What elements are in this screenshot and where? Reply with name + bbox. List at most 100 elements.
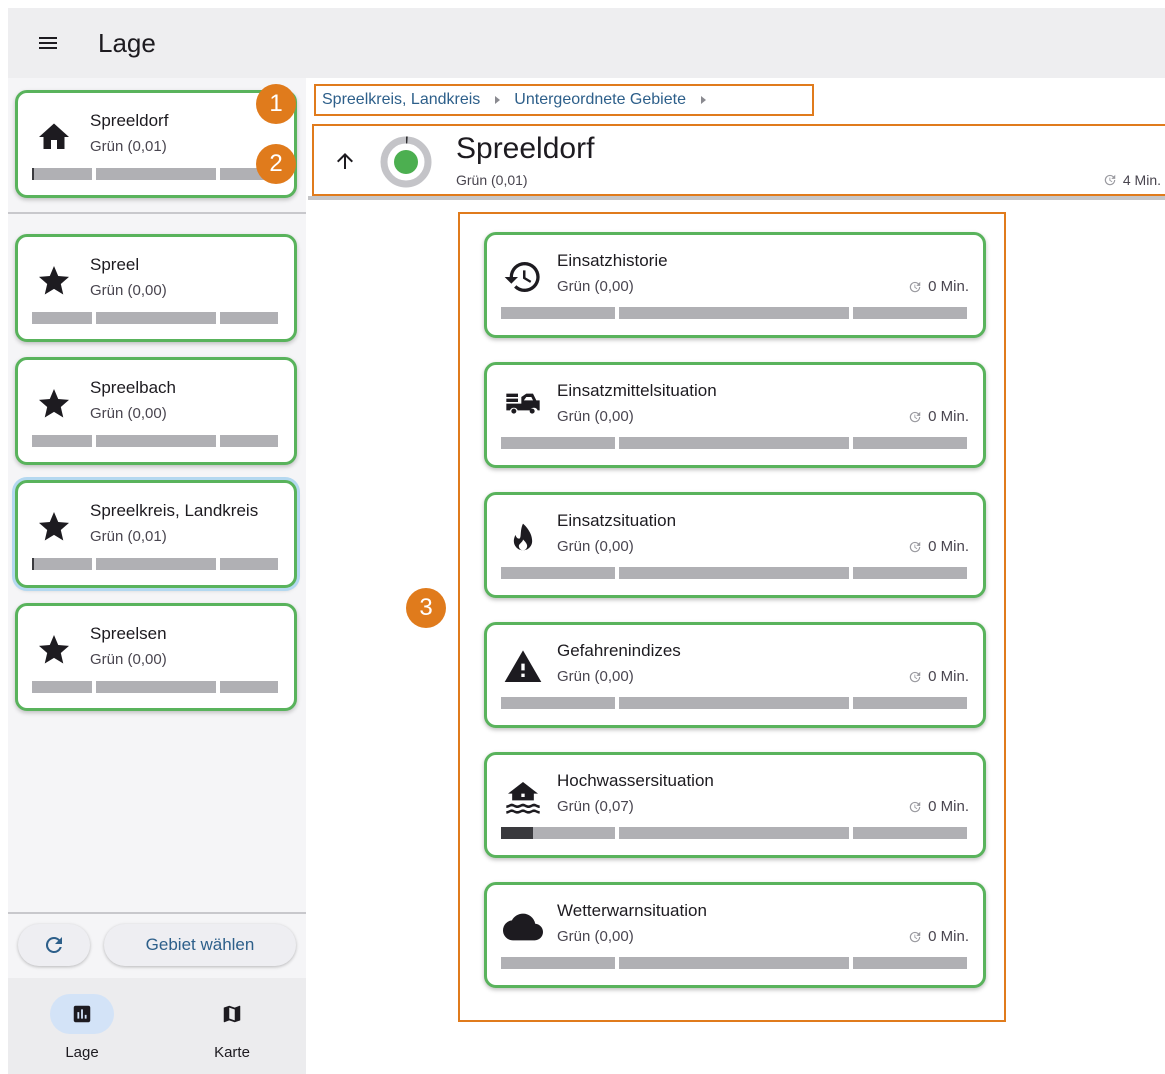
situation-card-wetterwarnsituation[interactable]: Wetterwarnsituation Grün (0,00) 0 Min. bbox=[484, 882, 986, 988]
app-bar: Lage bbox=[8, 8, 1165, 78]
situation-title: Einsatzhistorie bbox=[557, 251, 668, 270]
update-clock-icon bbox=[909, 671, 921, 682]
situation-time: 0 Min. bbox=[908, 408, 969, 425]
situation-card-einsatzmittelsituation[interactable]: Einsatzmittelsituation Grün (0,00) 0 Min… bbox=[484, 362, 986, 468]
situation-time: 0 Min. bbox=[908, 278, 969, 295]
sidebar-card-status: Grün (0,00) bbox=[90, 651, 167, 668]
refresh-button[interactable] bbox=[18, 924, 90, 966]
situation-time-text: 0 Min. bbox=[928, 408, 969, 425]
chevron-right-icon[interactable] bbox=[686, 95, 720, 105]
status-bar bbox=[501, 697, 971, 709]
sidebar-favorite-spreelsen[interactable]: Spreelsen Grün (0,00) bbox=[15, 603, 297, 711]
star-icon bbox=[39, 389, 69, 418]
situation-card-einsatzsituation[interactable]: Einsatzsituation Grün (0,00) 0 Min. bbox=[484, 492, 986, 598]
update-clock-icon bbox=[909, 801, 921, 812]
area-time-text: 4 Min. bbox=[1122, 172, 1161, 188]
sidebar-card-status: Grün (0,01) bbox=[90, 138, 167, 155]
situation-title: Hochwassersituation bbox=[557, 771, 714, 790]
breadcrumb: Spreelkreis, Landkreis Untergeordnete Ge… bbox=[314, 84, 814, 116]
flood-icon bbox=[506, 782, 540, 814]
area-update-time: 4 Min. bbox=[1103, 172, 1161, 188]
situation-time: 0 Min. bbox=[908, 928, 969, 945]
sidebar-card-title: Spreelbach bbox=[90, 378, 177, 397]
situation-status: Grün (0,00) bbox=[557, 408, 634, 425]
situation-time-text: 0 Min. bbox=[928, 798, 969, 815]
nav-label: Karte bbox=[214, 1044, 250, 1061]
header-divider bbox=[308, 196, 1165, 200]
update-clock-icon bbox=[1104, 174, 1116, 186]
menu-button[interactable] bbox=[24, 19, 72, 67]
status-bar bbox=[501, 957, 971, 969]
sidebar-card-title: Spreelsen bbox=[90, 624, 167, 643]
situation-card-gefahrenindizes[interactable]: Gefahrenindizes Grün (0,00) 0 Min. bbox=[484, 622, 986, 728]
nav-item-karte[interactable]: Karte bbox=[182, 992, 282, 1068]
sidebar-card-title: Spreel bbox=[90, 255, 140, 274]
app-title: Lage bbox=[98, 27, 156, 58]
star-icon bbox=[39, 635, 69, 664]
situation-title: Gefahrenindizes bbox=[557, 641, 681, 660]
bottom-navigation: Lage Karte bbox=[8, 978, 306, 1074]
situation-card-hochwassersituation[interactable]: Hochwassersituation Grün (0,07) 0 Min. bbox=[484, 752, 986, 858]
select-area-button[interactable]: Gebiet wählen bbox=[104, 924, 296, 966]
star-icon bbox=[39, 266, 69, 295]
home-icon bbox=[39, 123, 69, 149]
sidebar: Spreeldorf Grün (0,01) Spreel Grün (0,00… bbox=[8, 78, 306, 1074]
situation-status: Grün (0,07) bbox=[557, 798, 634, 815]
situation-card-einsatzhistorie[interactable]: Einsatzhistorie Grün (0,00) 0 Min. bbox=[484, 232, 986, 338]
sidebar-card-title: Spreeldorf bbox=[90, 111, 169, 130]
arrow-up-icon bbox=[337, 153, 353, 169]
nav-item-lage[interactable]: Lage bbox=[32, 992, 132, 1068]
fire-truck-icon bbox=[506, 393, 540, 414]
sidebar-card-title: Spreelkreis, Landkreis bbox=[90, 501, 259, 520]
situation-time-text: 0 Min. bbox=[928, 928, 969, 945]
situation-list: Einsatzhistorie Grün (0,00) 0 Min. Einsa… bbox=[458, 212, 1006, 1022]
cloud-icon bbox=[503, 913, 543, 941]
callout-badge-1: 1 bbox=[256, 84, 296, 124]
update-clock-icon bbox=[909, 281, 921, 292]
situation-title: Einsatzmittelsituation bbox=[557, 381, 717, 400]
area-header: Spreeldorf Grün (0,01) 4 Min. bbox=[312, 124, 1165, 196]
sidebar-divider bbox=[8, 212, 306, 214]
sidebar-favorite-spreelbach[interactable]: Spreelbach Grün (0,00) bbox=[15, 357, 297, 465]
nav-label: Lage bbox=[65, 1044, 99, 1061]
warning-icon bbox=[504, 650, 542, 682]
nav-indicator bbox=[50, 994, 114, 1034]
sidebar-bottom-divider bbox=[8, 912, 306, 914]
sidebar-card-status: Grün (0,00) bbox=[90, 282, 167, 299]
situation-time: 0 Min. bbox=[908, 538, 969, 555]
situation-title: Einsatzsituation bbox=[557, 511, 677, 530]
navigate-up-button[interactable] bbox=[330, 146, 360, 176]
breadcrumb-link-subareas[interactable]: Untergeordnete Gebiete bbox=[514, 91, 686, 109]
star-icon bbox=[39, 512, 69, 541]
menu-icon bbox=[39, 37, 57, 49]
history-icon bbox=[504, 262, 540, 292]
area-title: Spreeldorf bbox=[456, 132, 595, 165]
callout-badge-2: 2 bbox=[256, 144, 296, 184]
status-bar bbox=[32, 558, 282, 570]
area-status: Grün (0,01) bbox=[456, 172, 528, 188]
breadcrumb-link-parent[interactable]: Spreelkreis, Landkreis bbox=[322, 91, 480, 109]
refresh-icon bbox=[45, 937, 62, 953]
situation-time-text: 0 Min. bbox=[928, 278, 969, 295]
sidebar-favorite-spreelkreis[interactable]: Spreelkreis, Landkreis Grün (0,01) bbox=[15, 480, 297, 588]
status-bar bbox=[501, 567, 971, 579]
status-bar bbox=[32, 168, 282, 180]
situation-status: Grün (0,00) bbox=[557, 538, 634, 555]
sidebar-favorite-spreel[interactable]: Spreel Grün (0,00) bbox=[15, 234, 297, 342]
update-clock-icon bbox=[909, 541, 921, 552]
status-bar bbox=[32, 312, 282, 324]
status-bar bbox=[501, 827, 971, 839]
situation-status: Grün (0,00) bbox=[557, 668, 634, 685]
situation-time: 0 Min. bbox=[908, 798, 969, 815]
sidebar-current-area-card[interactable]: Spreeldorf Grün (0,01) bbox=[15, 90, 297, 198]
sidebar-card-status: Grün (0,00) bbox=[90, 405, 167, 422]
callout-badge-3: 3 bbox=[406, 588, 446, 628]
nav-indicator bbox=[200, 994, 264, 1034]
update-clock-icon bbox=[909, 411, 921, 422]
status-indicator-icon bbox=[380, 136, 432, 188]
update-clock-icon bbox=[909, 931, 921, 942]
status-bar bbox=[501, 437, 971, 449]
situation-time: 0 Min. bbox=[908, 668, 969, 685]
situation-status: Grün (0,00) bbox=[557, 278, 634, 295]
situation-status: Grün (0,00) bbox=[557, 928, 634, 945]
